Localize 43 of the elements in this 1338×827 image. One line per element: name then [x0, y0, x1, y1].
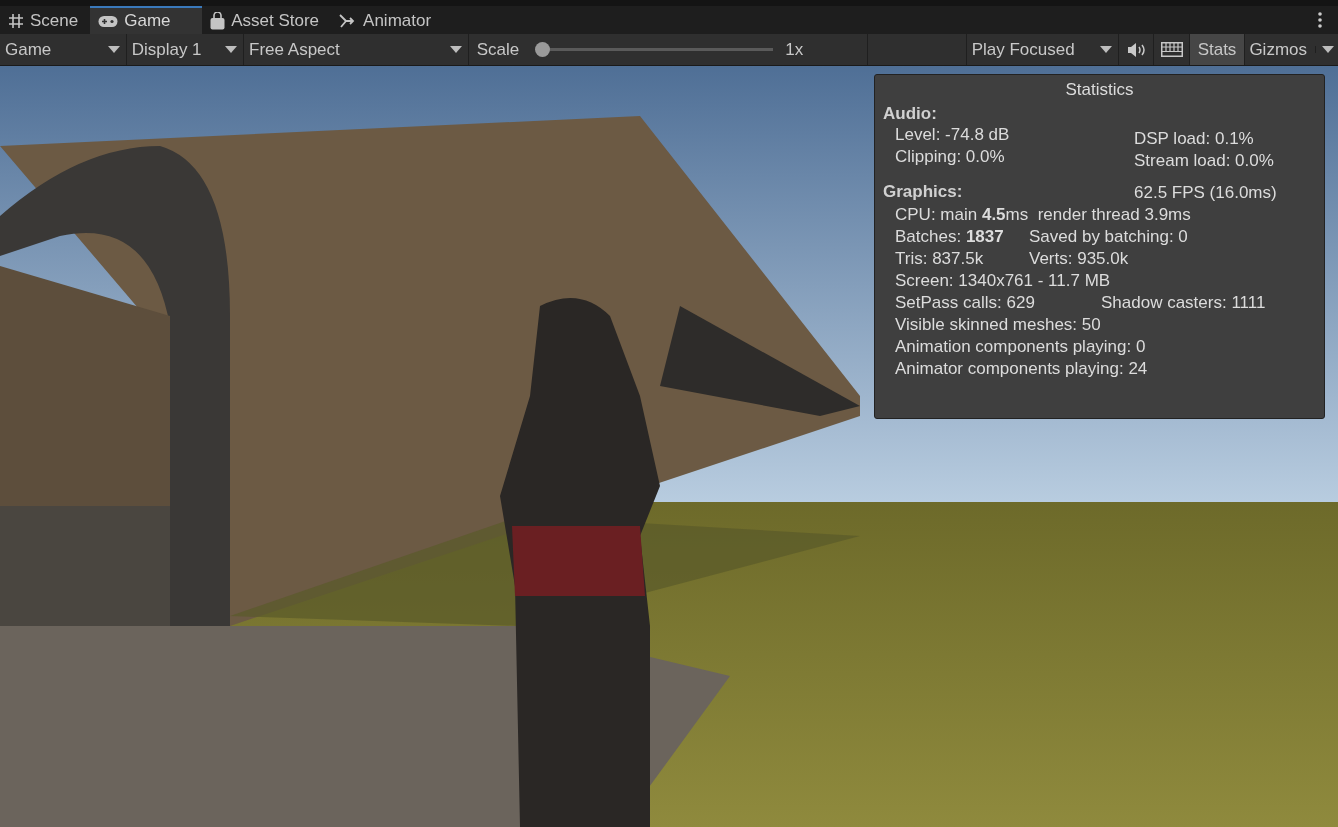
stat-text: Visible skinned meshes: 50 — [895, 314, 1101, 336]
stat-text: Level: -74.8 dB — [895, 124, 1011, 146]
view-dropdown[interactable]: Game — [0, 34, 127, 65]
stat-text: Tris: 837.5k — [895, 248, 985, 270]
stat-text: Clipping: 0.0% — [895, 146, 1006, 168]
stat-text: Saved by batching: 0 — [1029, 226, 1188, 248]
stat-text: Batches: 1837 — [895, 226, 1005, 248]
stat-text: Verts: 935.0k — [1029, 248, 1129, 270]
editor-tab[interactable]: Asset Store — [202, 6, 332, 34]
stat-text: SetPass calls: 629 — [895, 292, 1036, 314]
stat-text: Animation components playing: 0 — [895, 336, 1146, 358]
caret-icon — [449, 46, 462, 53]
stat-text: Animator components playing: 24 — [895, 358, 1148, 380]
stat-text: CPU: main 4.5ms render thread 3.9ms — [895, 204, 1191, 226]
gizmos-dropdown[interactable]: Gizmos — [1245, 34, 1338, 65]
caret-icon — [225, 46, 238, 53]
stats-button[interactable]: Stats — [1189, 34, 1246, 65]
editor-tab[interactable]: Animator — [331, 6, 444, 34]
caret-icon — [1100, 46, 1113, 53]
section-heading: Audio: — [883, 104, 938, 124]
more-options-icon[interactable] — [1318, 12, 1322, 28]
display-dropdown[interactable]: Display 1 — [126, 34, 245, 65]
keyboard-icon — [1160, 42, 1183, 57]
scale-value: 1x — [785, 39, 804, 60]
panel-title: Statistics — [1064, 80, 1135, 100]
caret-icon — [1322, 46, 1334, 53]
caret-icon — [107, 46, 120, 53]
editor-tab[interactable]: Scene — [0, 6, 91, 34]
slider-thumb[interactable] — [535, 42, 551, 57]
aspect-dropdown[interactable]: Free Aspect — [244, 34, 469, 65]
fps-text: 62.5 FPS (16.0ms) — [1134, 182, 1277, 204]
play-mode-dropdown[interactable]: Play Focused — [966, 34, 1120, 65]
speaker-icon — [1126, 42, 1146, 57]
stat-text: Screen: 1340x761 - 11.7 MB — [895, 270, 1111, 292]
stat-text: Shadow casters: 1111 — [1101, 292, 1266, 314]
editor-tab[interactable]: Game — [90, 6, 203, 34]
grid-icon — [8, 13, 24, 29]
scale-label: Scale — [476, 39, 520, 60]
stat-text: Stream load: 0.0% — [1134, 150, 1274, 172]
gamepad-icon — [98, 14, 119, 28]
stat-text: DSP load: 0.1% — [1134, 128, 1255, 150]
section-heading: Graphics: — [883, 182, 964, 203]
scale-slider[interactable] — [535, 42, 774, 57]
